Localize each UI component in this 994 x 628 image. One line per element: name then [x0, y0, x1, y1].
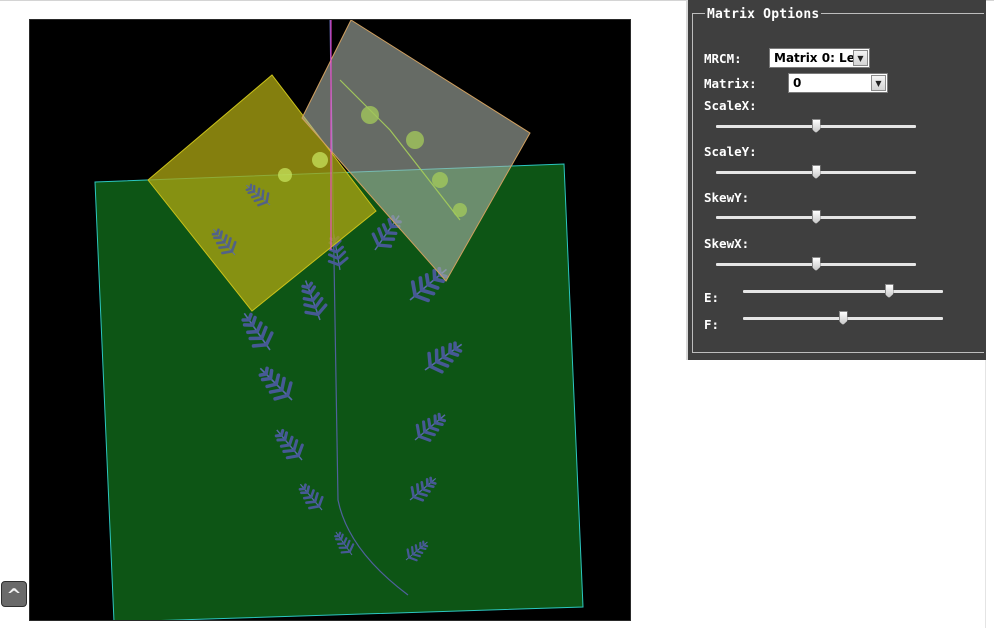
fractal-canvas[interactable] — [29, 19, 631, 621]
e-slider[interactable] — [743, 284, 943, 298]
scroll-up-button[interactable]: ^ — [1, 581, 27, 607]
scaley-slider[interactable] — [716, 165, 916, 179]
skewy-slider[interactable] — [716, 210, 916, 224]
mrcm-select[interactable]: Matrix 0: Le ▼ — [769, 48, 870, 68]
scalex-label: ScaleX: — [704, 98, 757, 113]
panel-legend: Matrix Options — [705, 7, 822, 22]
scaley-label: ScaleY: — [704, 144, 757, 159]
fractal-drawing — [94, 20, 584, 620]
matrix-options-panel: Matrix Options MRCM: Matrix 0: Le ▼ Matr… — [686, 0, 986, 360]
mrcm-label: MRCM: — [704, 51, 742, 66]
matrix-label: Matrix: — [704, 76, 757, 91]
mrcm-select-value: Matrix 0: Le — [774, 51, 855, 65]
scalex-slider[interactable] — [716, 119, 916, 133]
e-label: E: — [704, 290, 720, 305]
chevron-down-icon: ▼ — [853, 50, 868, 66]
matrix-select-value: 0 — [793, 76, 802, 90]
chevron-down-icon: ▼ — [871, 75, 886, 91]
f-slider[interactable] — [743, 311, 943, 325]
skewy-label: SkewY: — [704, 190, 750, 205]
skewx-label: SkewX: — [704, 236, 750, 251]
f-label: F: — [704, 317, 720, 332]
matrix-select[interactable]: 0 ▼ — [788, 73, 888, 93]
skewx-slider[interactable] — [716, 257, 916, 271]
